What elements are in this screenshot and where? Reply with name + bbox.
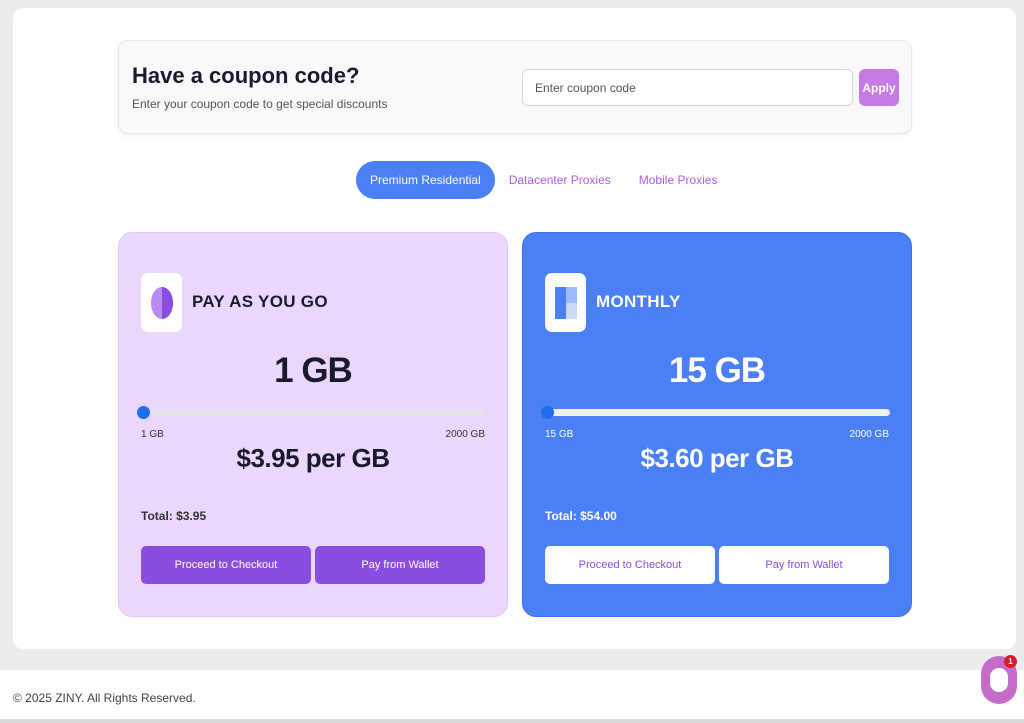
footer: © 2025 ZINY. All Rights Reserved. bbox=[0, 670, 1024, 723]
slider-thumb[interactable] bbox=[137, 406, 150, 419]
gb-slider[interactable] bbox=[541, 406, 890, 419]
gb-slider[interactable] bbox=[137, 406, 486, 419]
pay-from-wallet-button[interactable]: Pay from Wallet bbox=[315, 546, 485, 584]
slider-min-label: 1 GB bbox=[141, 429, 164, 440]
horizontal-scrollbar[interactable] bbox=[0, 719, 1024, 723]
slider-min-label: 15 GB bbox=[545, 429, 574, 440]
plan-price: $3.60 per GB bbox=[640, 443, 794, 473]
proceed-to-checkout-button[interactable]: Proceed to Checkout bbox=[545, 546, 715, 584]
plan-card-pay-as-you-go: PAY AS YOU GO 1 GB 1 GB 2000 GB $3.95 pe… bbox=[118, 232, 508, 617]
coupon-subtitle: Enter your coupon code to get special di… bbox=[132, 97, 388, 111]
apply-button[interactable]: Apply bbox=[859, 69, 899, 106]
plan-card-monthly: MONTHLY 15 GB 15 GB 2000 GB $3.60 per GB… bbox=[522, 232, 912, 617]
chat-notification-badge: 1 bbox=[1004, 655, 1017, 668]
plan-price: $3.95 per GB bbox=[236, 443, 390, 473]
main-panel: Have a coupon code? Enter your coupon co… bbox=[13, 8, 1016, 649]
tab-premium-residential[interactable]: Premium Residential bbox=[356, 161, 495, 199]
copyright-text: © 2025 ZINY. All Rights Reserved. bbox=[13, 691, 196, 705]
plan-amount: 15 GB bbox=[668, 351, 766, 390]
plan-total: Total: $54.00 bbox=[545, 509, 617, 523]
proceed-to-checkout-button[interactable]: Proceed to Checkout bbox=[141, 546, 311, 584]
coupon-section: Have a coupon code? Enter your coupon co… bbox=[118, 40, 912, 134]
coupon-title: Have a coupon code? bbox=[132, 63, 360, 88]
tab-datacenter-proxies[interactable]: Datacenter Proxies bbox=[495, 161, 625, 199]
pay-from-wallet-button[interactable]: Pay from Wallet bbox=[719, 546, 889, 584]
proxy-type-tabs: Premium Residential Datacenter Proxies M… bbox=[356, 161, 731, 199]
half-circle-icon bbox=[141, 273, 182, 332]
plan-total: Total: $3.95 bbox=[141, 509, 207, 523]
slider-max-label: 2000 GB bbox=[849, 429, 889, 440]
chat-bubble-icon bbox=[988, 666, 1010, 694]
slider-max-label: 2000 GB bbox=[445, 429, 485, 440]
slider-thumb[interactable] bbox=[541, 406, 554, 419]
tab-mobile-proxies[interactable]: Mobile Proxies bbox=[625, 161, 732, 199]
plan-name: MONTHLY bbox=[596, 292, 681, 311]
plan-name: PAY AS YOU GO bbox=[192, 292, 328, 311]
calendar-blocks-icon bbox=[545, 273, 586, 332]
plan-amount: 1 GB bbox=[274, 351, 353, 390]
coupon-input[interactable] bbox=[522, 69, 853, 106]
